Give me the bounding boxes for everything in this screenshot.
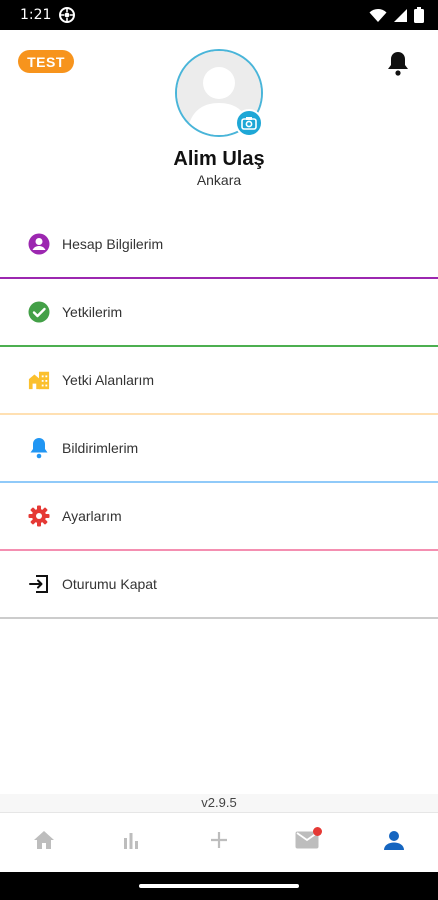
gear-icon bbox=[28, 505, 50, 527]
status-time: 1:21 bbox=[20, 7, 52, 23]
menu-item-label: Hesap Bilgilerim bbox=[62, 236, 164, 252]
camera-icon[interactable] bbox=[235, 109, 263, 137]
user-city: Ankara bbox=[196, 172, 242, 188]
unread-badge bbox=[312, 827, 322, 836]
notification-bell-icon[interactable] bbox=[386, 50, 410, 76]
logout-icon bbox=[28, 573, 50, 595]
buildings-icon bbox=[28, 369, 50, 391]
menu-item-bildirimlerim[interactable]: Bildirimlerim bbox=[0, 415, 438, 483]
menu-item-ayarlarim[interactable]: Ayarlarım bbox=[0, 483, 438, 551]
menu-item-yetkilerim[interactable]: Yetkilerim bbox=[0, 279, 438, 347]
profile-header: TEST Alim Ulaş Ankara bbox=[0, 30, 438, 200]
test-badge: TEST bbox=[18, 50, 74, 73]
signal-icon bbox=[393, 8, 408, 23]
home-gesture-handle[interactable] bbox=[139, 884, 299, 888]
menu-item-label: Yetki Alanlarım bbox=[62, 372, 155, 388]
system-gesture-bar bbox=[0, 872, 438, 900]
nav-home[interactable] bbox=[0, 813, 88, 872]
menu-item-oturumu-kapat[interactable]: Oturumu Kapat bbox=[0, 551, 438, 619]
home-icon bbox=[33, 830, 55, 855]
menu-item-label: Oturumu Kapat bbox=[62, 576, 157, 592]
wifi-icon bbox=[369, 8, 387, 23]
app-version: v2.9.5 bbox=[0, 794, 438, 812]
chart-icon bbox=[121, 831, 141, 854]
menu-item-hesap-bilgilerim[interactable]: Hesap Bilgilerim bbox=[0, 211, 438, 279]
battery-icon bbox=[414, 7, 424, 23]
menu-item-yetki-alanlarim[interactable]: Yetki Alanlarım bbox=[0, 347, 438, 415]
nav-profile[interactable] bbox=[350, 813, 438, 872]
profile-menu: Hesap Bilgilerim Yetkilerim Yetki Alanla… bbox=[0, 211, 438, 619]
plus-icon bbox=[209, 830, 229, 855]
user-name: Alim Ulaş bbox=[173, 148, 265, 170]
nav-stats[interactable] bbox=[88, 813, 176, 872]
menu-item-label: Yetkilerim bbox=[62, 304, 123, 320]
menu-item-label: Ayarlarım bbox=[62, 508, 122, 524]
bottom-nav bbox=[0, 812, 438, 872]
app-status-icon bbox=[59, 7, 76, 23]
profile-icon bbox=[383, 830, 405, 855]
account-circle-icon bbox=[28, 233, 50, 255]
status-bar: 1:21 bbox=[0, 0, 438, 30]
bell-icon bbox=[28, 437, 50, 459]
check-circle-icon bbox=[28, 301, 50, 323]
menu-item-label: Bildirimlerim bbox=[62, 440, 139, 456]
nav-messages[interactable] bbox=[263, 813, 351, 872]
nav-add[interactable] bbox=[175, 813, 263, 872]
